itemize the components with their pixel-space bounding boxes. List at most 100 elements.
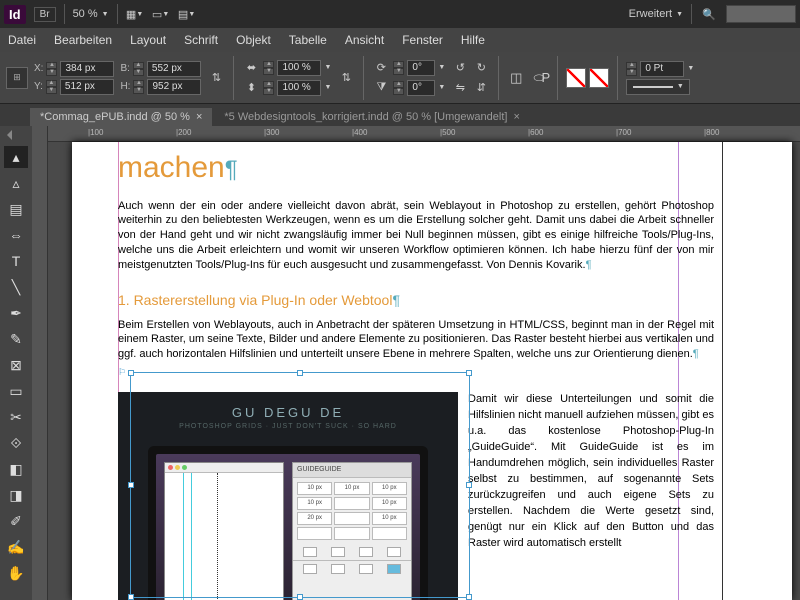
search-input[interactable]: [726, 5, 796, 23]
free-transform-tool[interactable]: ⟐: [4, 432, 28, 454]
menu-layout[interactable]: Layout: [130, 33, 166, 47]
y-field[interactable]: [60, 79, 114, 95]
gap-tool[interactable]: ⇔: [4, 224, 28, 246]
rotate-ccw-icon[interactable]: ↺: [451, 59, 469, 77]
gradient-feather-tool[interactable]: ◨: [4, 484, 28, 506]
scale-x-icon: ⬌: [242, 59, 260, 77]
rotate-cw-icon[interactable]: ↻: [472, 59, 490, 77]
figure-image[interactable]: GU DEGU DE PHOTOSHOP GRIDS · JUST DON'T …: [118, 392, 458, 600]
eyedropper-tool[interactable]: ✍: [4, 536, 28, 558]
reference-point-icon[interactable]: ⊞: [6, 67, 28, 89]
stroke-weight-field[interactable]: [640, 61, 684, 77]
document-tab[interactable]: *5 Webdesigntools_korrigiert.indd @ 50 %…: [214, 108, 530, 126]
flip-h-icon[interactable]: ⇋: [451, 79, 469, 97]
selection-tool[interactable]: ▴: [4, 146, 28, 168]
stroke-stepper[interactable]: ▲▼: [626, 62, 637, 76]
constrain-link-icon[interactable]: ⇅: [207, 69, 225, 87]
search-icon[interactable]: 🔍: [700, 5, 718, 23]
subheading: 1. Rastererstellung via Plug-In oder Web…: [118, 292, 392, 308]
arrange-icon[interactable]: ▤▼: [178, 5, 196, 23]
width-field[interactable]: [147, 61, 201, 77]
chevron-down-icon: ▼: [676, 11, 683, 18]
close-tab-icon[interactable]: ×: [196, 111, 202, 123]
chevron-down-icon: ▼: [102, 11, 109, 18]
zoom-dropdown[interactable]: 50 % ▼: [73, 8, 109, 20]
shear-field[interactable]: [407, 80, 435, 96]
scale-x-field[interactable]: [277, 60, 321, 76]
close-tab-icon[interactable]: ×: [513, 111, 519, 123]
rectangle-tool[interactable]: ▭: [4, 380, 28, 402]
y-stepper[interactable]: ▲▼: [46, 80, 57, 94]
menu-tabelle[interactable]: Tabelle: [289, 33, 327, 47]
scissors-tool[interactable]: ✂: [4, 406, 28, 428]
line-tool[interactable]: ╲: [4, 276, 28, 298]
rectangle-frame-tool[interactable]: ⊠: [4, 354, 28, 376]
view-options-icon[interactable]: ▦▼: [126, 5, 144, 23]
document-tab[interactable]: *Commag_ePUB.indd @ 50 % ×: [30, 108, 212, 126]
y-label: Y:: [34, 81, 43, 92]
scale-y-field[interactable]: [277, 80, 321, 96]
menu-bearbeiten[interactable]: Bearbeiten: [54, 33, 112, 47]
gradient-swatch-tool[interactable]: ◧: [4, 458, 28, 480]
menu-objekt[interactable]: Objekt: [236, 33, 271, 47]
sx-stepper[interactable]: ▲▼: [263, 61, 274, 75]
type-tool[interactable]: T: [4, 250, 28, 272]
screen-mode-icon[interactable]: ▭▼: [152, 5, 170, 23]
pencil-tool[interactable]: ✎: [4, 328, 28, 350]
height-field[interactable]: [147, 79, 201, 95]
flip-v-icon[interactable]: ⇵: [472, 79, 490, 97]
rotate-icon: ⟳: [372, 59, 390, 77]
tab-label: *Commag_ePUB.indd @ 50 %: [40, 111, 190, 123]
rotate-field[interactable]: [407, 60, 435, 76]
separator: [691, 4, 692, 24]
sy-stepper[interactable]: ▲▼: [263, 81, 274, 95]
side-paragraph: Damit wir diese Unterteilungen und somit…: [468, 392, 714, 600]
panel-expand-icon[interactable]: [3, 130, 12, 140]
constrain-link-icon[interactable]: ⇅: [337, 69, 355, 87]
menu-datei[interactable]: Datei: [8, 33, 36, 47]
pilcrow-icon: ¶: [392, 292, 400, 308]
figure-subtitle: PHOTOSHOP GRIDS · JUST DON'T SUCK · SO H…: [118, 422, 458, 431]
menu-hilfe[interactable]: Hilfe: [461, 33, 485, 47]
h-label: H:: [120, 81, 130, 92]
separator: [117, 4, 118, 24]
h-stepper[interactable]: ▲▼: [133, 80, 144, 94]
paragraph-2: Beim Erstellen von Weblayouts, auch in A…: [118, 319, 714, 361]
shear-stepper[interactable]: ▲▼: [393, 81, 404, 95]
separator: [64, 4, 65, 24]
note-tool[interactable]: ✐: [4, 510, 28, 532]
select-content-icon[interactable]: ⬭P: [531, 69, 549, 87]
vertical-ruler: [32, 126, 48, 600]
anchor-marker-icon: ⚐: [118, 366, 714, 378]
figure-title: GU DEGU DE: [118, 392, 458, 422]
document-page: machen¶ Auch wenn der ein oder andere vi…: [72, 142, 792, 600]
hand-tool[interactable]: ✋: [4, 562, 28, 584]
workspace-dropdown[interactable]: Erweitert ▼: [629, 8, 683, 20]
x-field[interactable]: [60, 61, 114, 77]
workspace-label: Erweitert: [629, 8, 672, 20]
stroke-swatch[interactable]: [589, 68, 609, 88]
menu-schrift[interactable]: Schrift: [184, 33, 218, 47]
x-label: X:: [34, 63, 43, 74]
intro-paragraph: Auch wenn der ein oder andere vielleicht…: [118, 200, 714, 271]
page-heading: machen: [118, 151, 225, 184]
bridge-badge[interactable]: Br: [34, 7, 56, 22]
mock-document-window: [164, 462, 284, 600]
direct-selection-tool[interactable]: ▵: [4, 172, 28, 194]
app-badge: Id: [4, 5, 26, 24]
fill-swatch[interactable]: [566, 68, 586, 88]
select-container-icon[interactable]: ◫: [507, 69, 525, 87]
stroke-style-dropdown[interactable]: ▼: [626, 79, 690, 95]
menu-fenster[interactable]: Fenster: [402, 33, 443, 47]
rot-stepper[interactable]: ▲▼: [393, 61, 404, 75]
w-stepper[interactable]: ▲▼: [133, 62, 144, 76]
page-tool[interactable]: ▤: [4, 198, 28, 220]
mock-guideguide-panel: GUIDEGUIDE 10 px10 px10 px10 px10 px20 p…: [292, 462, 412, 600]
panel-head: GUIDEGUIDE: [293, 463, 411, 477]
menu-ansicht[interactable]: Ansicht: [345, 33, 384, 47]
scale-y-icon: ⬍: [242, 79, 260, 97]
pilcrow-icon: ¶: [225, 156, 238, 183]
guide[interactable]: [722, 142, 723, 600]
x-stepper[interactable]: ▲▼: [46, 62, 57, 76]
pen-tool[interactable]: ✒: [4, 302, 28, 324]
